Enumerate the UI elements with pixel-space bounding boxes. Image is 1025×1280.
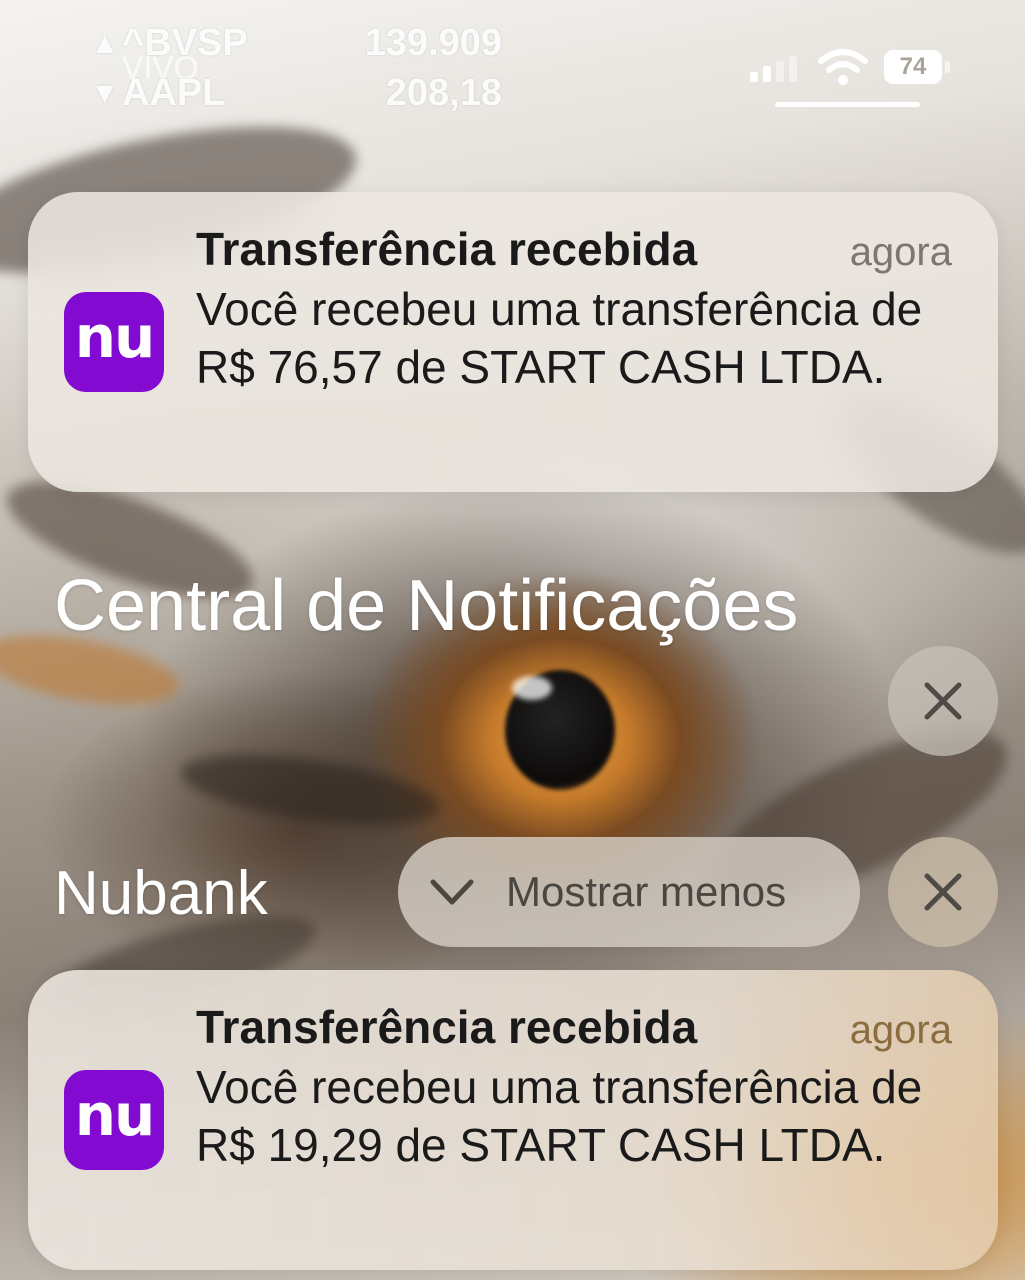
notification-time: agora xyxy=(849,1008,952,1052)
close-icon xyxy=(924,873,962,911)
chevron-down-icon xyxy=(428,868,476,916)
notification-center-title: Central de Notificações xyxy=(54,566,799,646)
signal-bars-icon xyxy=(750,56,797,82)
notification-time: agora xyxy=(849,230,952,274)
close-icon xyxy=(924,682,962,720)
ticker-direction: ▲ xyxy=(90,26,120,60)
battery-indicator: 74 xyxy=(884,50,942,84)
notification-card[interactable]: nu Transferência recebida agora Você rec… xyxy=(28,970,998,1270)
ticker-value: 208,18 xyxy=(385,72,502,114)
notification-title: Transferência recebida xyxy=(196,223,698,275)
notification-body: Você recebeu uma transferência de R$ 76,… xyxy=(196,283,923,393)
clear-group-button[interactable] xyxy=(888,837,998,947)
show-less-label: Mostrar menos xyxy=(506,868,787,915)
nubank-app-icon: nu xyxy=(64,292,164,392)
battery-tip xyxy=(945,61,950,73)
notification-title: Transferência recebida xyxy=(196,1001,698,1053)
nubank-app-icon: nu xyxy=(64,1070,164,1170)
notification-center-handle[interactable] xyxy=(775,102,920,107)
ticker-value: 139.909 xyxy=(364,22,502,64)
stock-ticker-row: ▼ AAPL 208,18 xyxy=(90,72,502,115)
notification-card[interactable]: nu Transferência recebida agora Você rec… xyxy=(28,192,998,492)
status-bar: ▲ ^BVSP 139.909 VIVO ▼ AAPL 208,18 74 xyxy=(0,0,1025,115)
battery-level: 74 xyxy=(899,53,927,80)
ticker-direction: ▼ xyxy=(90,76,120,110)
wifi-icon xyxy=(818,49,868,85)
clear-all-button[interactable] xyxy=(888,646,998,756)
show-less-button[interactable]: Mostrar menos xyxy=(398,837,860,947)
ticker-symbol: AAPL xyxy=(122,72,226,114)
notification-body: Você recebeu uma transferência de R$ 19,… xyxy=(196,1061,923,1171)
group-title: Nubank xyxy=(54,859,268,928)
